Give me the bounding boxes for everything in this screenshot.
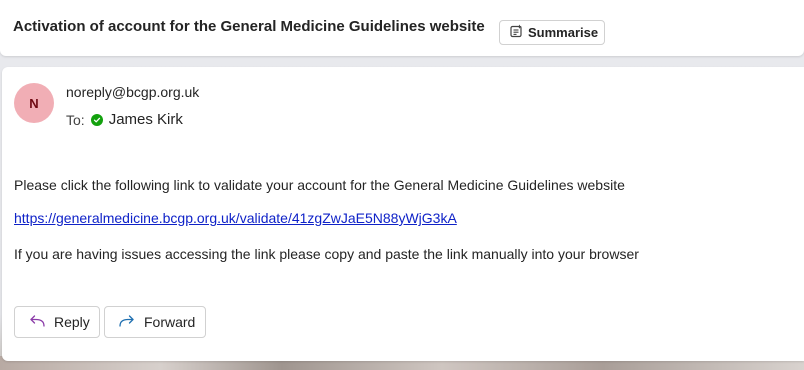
sender-email[interactable]: noreply@bcgp.org.uk xyxy=(66,84,199,100)
reply-button[interactable]: Reply xyxy=(14,306,100,338)
body-text-line: If you are having issues accessing the l… xyxy=(14,246,639,262)
summarise-button[interactable]: Summarise xyxy=(499,20,605,45)
forward-label: Forward xyxy=(144,314,196,330)
avatar[interactable]: N xyxy=(14,83,54,123)
to-label: To: xyxy=(66,111,85,128)
subject-header: Activation of account for the General Me… xyxy=(0,0,804,56)
validation-link[interactable]: https://generalmedicine.bcgp.org.uk/vali… xyxy=(14,210,457,226)
reply-icon xyxy=(28,314,46,331)
reply-label: Reply xyxy=(54,314,90,330)
forward-icon xyxy=(118,314,136,331)
message-card: N noreply@bcgp.org.uk To: James Kirk Ple… xyxy=(2,67,804,361)
forward-button[interactable]: Forward xyxy=(104,306,206,338)
recipient-line: To: James Kirk xyxy=(66,111,183,128)
recipient-name[interactable]: James Kirk xyxy=(109,111,183,128)
summarise-icon xyxy=(509,24,523,41)
summarise-label: Summarise xyxy=(528,25,599,40)
available-check-icon xyxy=(90,113,103,126)
email-subject: Activation of account for the General Me… xyxy=(13,18,485,35)
body-text-line: Please click the following link to valid… xyxy=(14,177,625,193)
